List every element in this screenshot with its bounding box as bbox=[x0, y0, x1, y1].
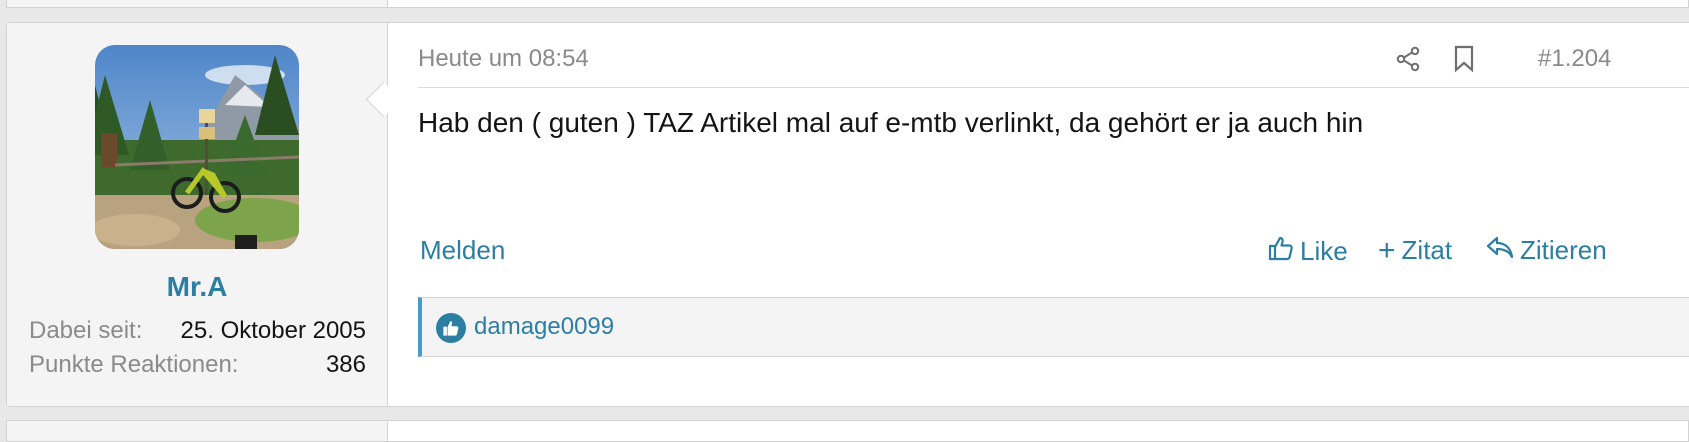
bookmark-icon[interactable] bbox=[1448, 43, 1480, 75]
post-number[interactable]: #1.204 bbox=[1538, 45, 1611, 73]
quote-button[interactable]: + Zitat bbox=[1378, 235, 1452, 266]
reaction-score-value: 386 bbox=[325, 351, 366, 378]
reactions-bar: damage0099 bbox=[418, 297, 1689, 357]
report-label: Melden bbox=[420, 235, 506, 265]
like-button[interactable]: Like bbox=[1268, 235, 1348, 268]
previous-post-edge bbox=[6, 0, 1689, 8]
reply-button[interactable]: Zitieren bbox=[1486, 235, 1607, 266]
share-icon[interactable] bbox=[1392, 43, 1424, 75]
post-date[interactable]: Heute um 08:54 bbox=[418, 45, 589, 73]
post-message: Hab den ( guten ) TAZ Artikel mal auf e-… bbox=[418, 107, 1364, 138]
next-post-edge bbox=[6, 420, 1689, 442]
plus-icon: + bbox=[1378, 233, 1396, 267]
report-link[interactable]: Melden bbox=[420, 235, 505, 266]
avatar[interactable] bbox=[95, 45, 299, 249]
next-post-user-column bbox=[7, 421, 388, 441]
reaction-score-label: Punkte Reaktionen: bbox=[29, 351, 239, 378]
previous-post-user-column bbox=[7, 0, 388, 7]
joined-value: 25. Oktober 2005 bbox=[180, 317, 366, 344]
thumbs-up-icon bbox=[436, 313, 466, 343]
reaction-user-link[interactable]: damage0099 bbox=[474, 313, 614, 341]
username[interactable]: Mr.A bbox=[7, 271, 387, 303]
quote-label: Zitat bbox=[1401, 235, 1453, 265]
reply-icon bbox=[1486, 235, 1514, 266]
joined-row: Dabei seit: 25. Oktober 2005 bbox=[29, 317, 366, 347]
user-info-column: Mr.A Dabei seit: 25. Oktober 2005 Punkte… bbox=[7, 23, 388, 406]
reaction-score-row: Punkte Reaktionen: 386 bbox=[29, 351, 366, 381]
like-label: Like bbox=[1300, 236, 1348, 266]
reply-label: Zitieren bbox=[1520, 235, 1607, 265]
forum-post: Mr.A Dabei seit: 25. Oktober 2005 Punkte… bbox=[6, 22, 1689, 407]
post-main: Heute um 08:54 #1.204 Hab den ( guten ) … bbox=[388, 23, 1689, 406]
joined-label: Dabei seit: bbox=[29, 317, 143, 344]
header-divider bbox=[418, 87, 1689, 88]
thumbs-up-icon bbox=[1268, 235, 1294, 268]
